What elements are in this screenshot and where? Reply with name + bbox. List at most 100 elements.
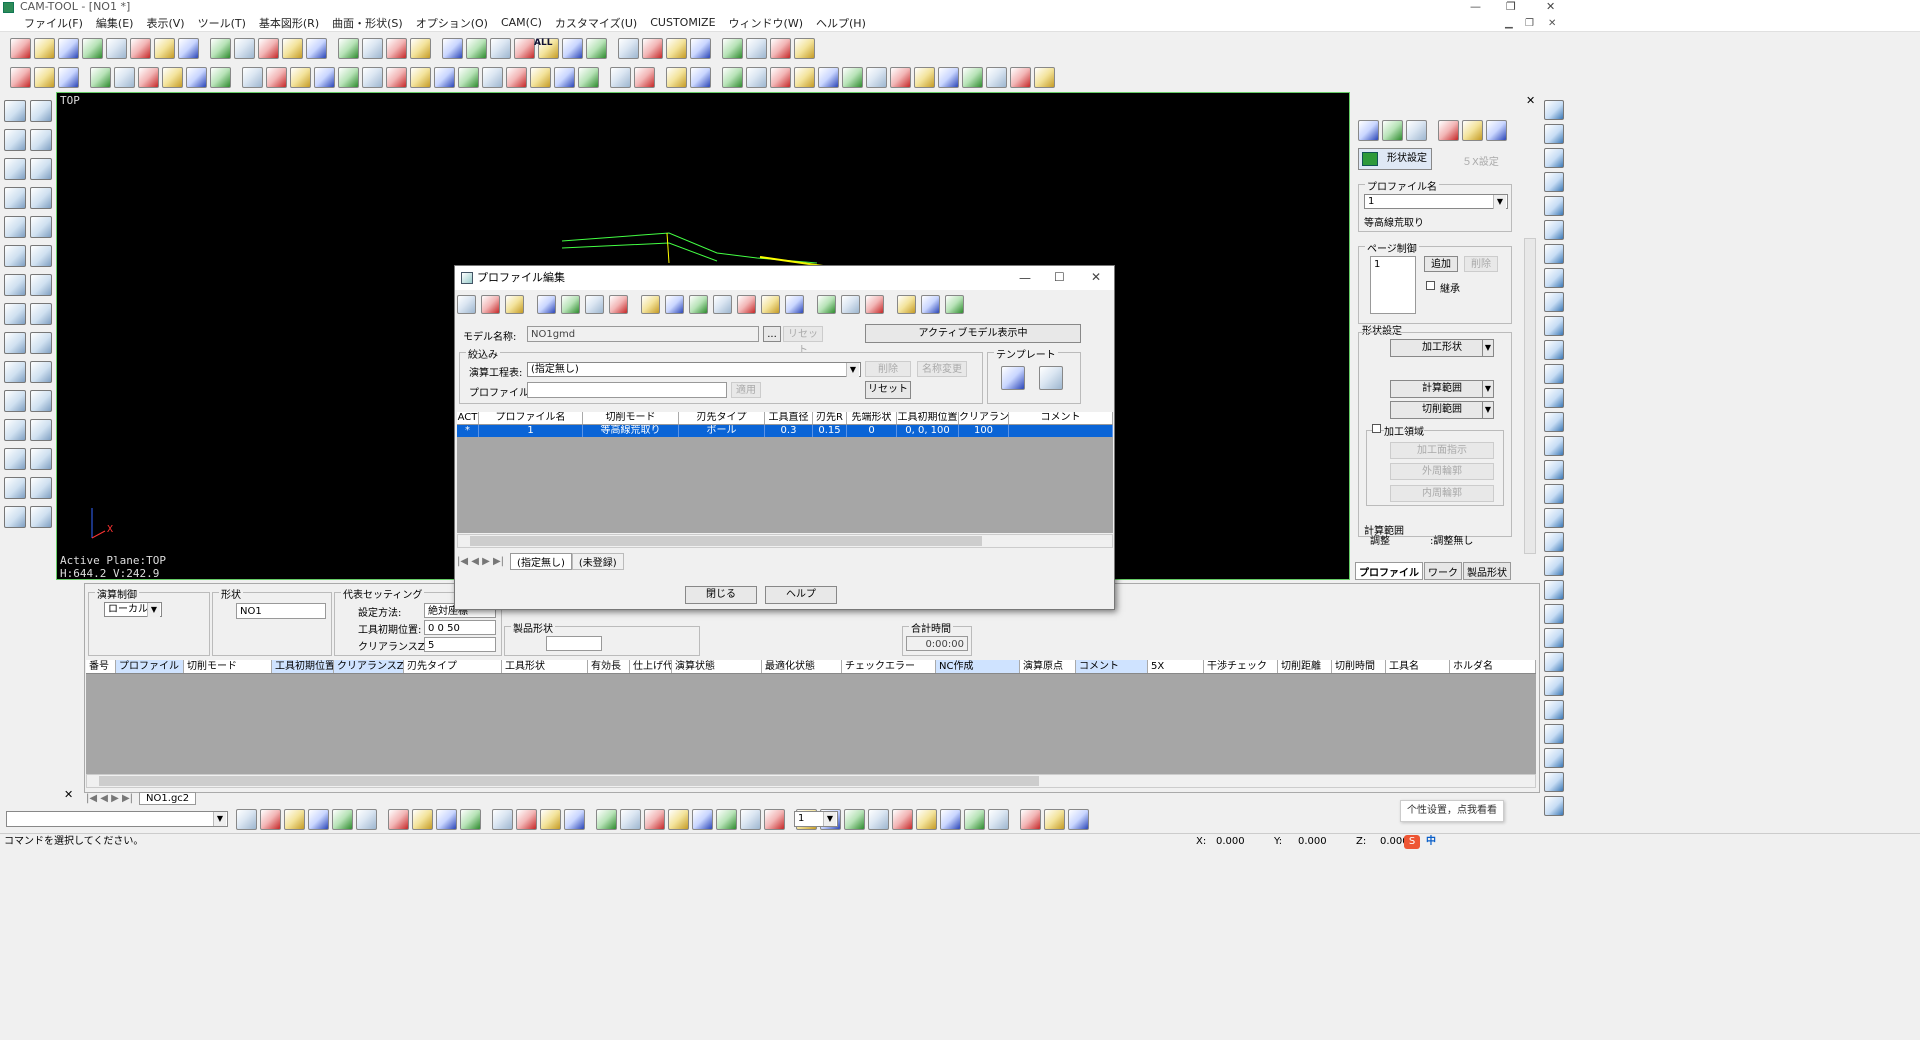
process-select[interactable]: (指定無し) bbox=[527, 362, 861, 377]
dialog-tool-icon[interactable] bbox=[457, 294, 476, 314]
view-tool-icon[interactable] bbox=[482, 66, 503, 88]
dialog-tool-icon[interactable] bbox=[865, 294, 884, 314]
dialog-tool-icon[interactable] bbox=[841, 294, 860, 314]
view-tool-icon[interactable] bbox=[690, 66, 711, 88]
view-tool-icon[interactable] bbox=[530, 66, 551, 88]
profile-col-header[interactable]: 工具直径 bbox=[765, 412, 813, 424]
panel-tool-icon[interactable] bbox=[1462, 120, 1483, 141]
grid-col-header[interactable]: 工具形状 bbox=[502, 660, 588, 673]
left-tool-icon[interactable] bbox=[30, 245, 52, 267]
left-tool-icon[interactable] bbox=[30, 303, 52, 325]
view-tool-icon[interactable] bbox=[818, 66, 839, 88]
grid-col-header[interactable]: 切削モード bbox=[184, 660, 272, 673]
menu-item-6[interactable]: オプション(O) bbox=[416, 15, 488, 31]
profile-col-header[interactable]: プロファイル名 bbox=[479, 412, 583, 424]
view-tool-icon[interactable] bbox=[1034, 66, 1055, 88]
panel-tool-icon[interactable] bbox=[1382, 120, 1403, 141]
bottom-tool-icon[interactable] bbox=[308, 808, 329, 830]
grid-col-header[interactable]: 5X bbox=[1148, 660, 1204, 673]
profile-col-header[interactable]: 刃先タイプ bbox=[679, 412, 765, 424]
grid-col-header[interactable]: 仕上げ代 bbox=[630, 660, 672, 673]
grid-col-header[interactable]: 工具名 bbox=[1386, 660, 1450, 673]
view-tool-icon[interactable] bbox=[578, 66, 599, 88]
right-tool-icon[interactable] bbox=[1544, 412, 1564, 432]
apply-button[interactable]: 適用 bbox=[731, 382, 761, 398]
view-tool-icon[interactable] bbox=[986, 66, 1007, 88]
profile-table-hscroll[interactable] bbox=[457, 534, 1113, 548]
view-tool-icon[interactable] bbox=[506, 66, 527, 88]
template-save-icon[interactable] bbox=[1001, 366, 1025, 390]
left-tool-icon[interactable] bbox=[4, 506, 26, 528]
bottom-tool-icon[interactable] bbox=[356, 808, 377, 830]
dialog-tool-icon[interactable] bbox=[817, 294, 836, 314]
right-tool-icon[interactable] bbox=[1544, 556, 1564, 576]
main-tool-icon[interactable] bbox=[338, 37, 359, 59]
view-tool-icon[interactable] bbox=[914, 66, 935, 88]
dialog-tool-icon[interactable] bbox=[689, 294, 708, 314]
grid-col-header[interactable]: ホルダ名 bbox=[1450, 660, 1536, 673]
machining-area-checkbox[interactable] bbox=[1372, 424, 1381, 433]
profile-table-body[interactable] bbox=[457, 437, 1113, 533]
main-tool-icon[interactable] bbox=[210, 37, 231, 59]
bottom-tool-icon[interactable] bbox=[940, 808, 961, 830]
left-tool-icon[interactable] bbox=[30, 158, 52, 180]
dialog-tool-icon[interactable] bbox=[537, 294, 556, 314]
right-tool-icon[interactable] bbox=[1544, 364, 1564, 384]
close-icon[interactable]: ✕ bbox=[1546, 0, 1555, 13]
view-tool-icon[interactable] bbox=[242, 66, 263, 88]
left-tool-icon[interactable] bbox=[30, 448, 52, 470]
bottom-tool-icon[interactable] bbox=[644, 808, 665, 830]
dialog-minimize-icon[interactable]: — bbox=[1019, 271, 1031, 285]
product-shape-field[interactable] bbox=[546, 636, 602, 651]
menu-item-8[interactable]: カスタマイズ(U) bbox=[555, 15, 637, 31]
view-tool-icon[interactable] bbox=[434, 66, 455, 88]
dialog-tool-icon[interactable] bbox=[609, 294, 628, 314]
panel-tool-icon[interactable] bbox=[1406, 120, 1427, 141]
left-tool-icon[interactable] bbox=[30, 506, 52, 528]
lower-panel-close-icon[interactable]: ✕ bbox=[64, 788, 73, 801]
right-tool-icon[interactable] bbox=[1544, 772, 1564, 792]
view-tool-icon[interactable] bbox=[962, 66, 983, 88]
right-tool-icon[interactable] bbox=[1544, 340, 1564, 360]
left-tool-icon[interactable] bbox=[30, 361, 52, 383]
left-tool-icon[interactable] bbox=[30, 187, 52, 209]
panel-tool-icon[interactable] bbox=[1438, 120, 1459, 141]
left-tool-icon[interactable] bbox=[30, 419, 52, 441]
grid-col-header[interactable]: 番号 bbox=[86, 660, 116, 673]
coord-select[interactable]: ローカル bbox=[104, 602, 162, 617]
view-tool-icon[interactable] bbox=[34, 66, 55, 88]
right-tool-icon[interactable] bbox=[1544, 172, 1564, 192]
view-tool-icon[interactable] bbox=[386, 66, 407, 88]
menu-item-11[interactable]: ヘルプ(H) bbox=[816, 15, 866, 31]
left-tool-icon[interactable] bbox=[4, 245, 26, 267]
right-tool-icon[interactable] bbox=[1544, 124, 1564, 144]
page-delete-button[interactable]: 削除 bbox=[1464, 256, 1498, 272]
grid-col-header[interactable]: 演算状態 bbox=[672, 660, 762, 673]
right-tool-icon[interactable] bbox=[1544, 700, 1564, 720]
menu-item-5[interactable]: 曲面・形状(S) bbox=[332, 15, 403, 31]
tab-5x-setting[interactable]: ５X設定 bbox=[1462, 153, 1499, 168]
view-tool-icon[interactable] bbox=[458, 66, 479, 88]
profile-col-header[interactable]: 切削モード bbox=[583, 412, 679, 424]
main-tool-icon[interactable] bbox=[722, 37, 743, 59]
machining-shape-button[interactable]: 加工形状 bbox=[1390, 339, 1494, 357]
shape-name-field[interactable]: NO1 bbox=[236, 603, 326, 619]
right-tool-icon[interactable] bbox=[1544, 196, 1564, 216]
mdi-restore-icon[interactable]: ❐ bbox=[1525, 18, 1534, 29]
dialog-tool-icon[interactable] bbox=[585, 294, 604, 314]
tab-work[interactable]: ワーク bbox=[1424, 562, 1462, 580]
main-tool-icon[interactable] bbox=[410, 37, 431, 59]
bottom-tool-icon[interactable] bbox=[916, 808, 937, 830]
left-tool-icon[interactable] bbox=[30, 216, 52, 238]
view-tool-icon[interactable] bbox=[338, 66, 359, 88]
inner-contour-button[interactable]: 内周輪郭 bbox=[1390, 485, 1494, 502]
bottom-tool-icon[interactable] bbox=[436, 808, 457, 830]
left-tool-icon[interactable] bbox=[4, 216, 26, 238]
main-tool-icon[interactable] bbox=[234, 37, 255, 59]
menu-item-3[interactable]: ツール(T) bbox=[198, 15, 246, 31]
bottom-tool-icon[interactable] bbox=[332, 808, 353, 830]
dialog-tab-unregistered[interactable]: (未登録) bbox=[571, 552, 624, 570]
profile-col-header[interactable]: 先端形状 bbox=[847, 412, 897, 424]
close-button[interactable]: 閉じる bbox=[685, 586, 757, 604]
dialog-tool-icon[interactable] bbox=[785, 294, 804, 314]
